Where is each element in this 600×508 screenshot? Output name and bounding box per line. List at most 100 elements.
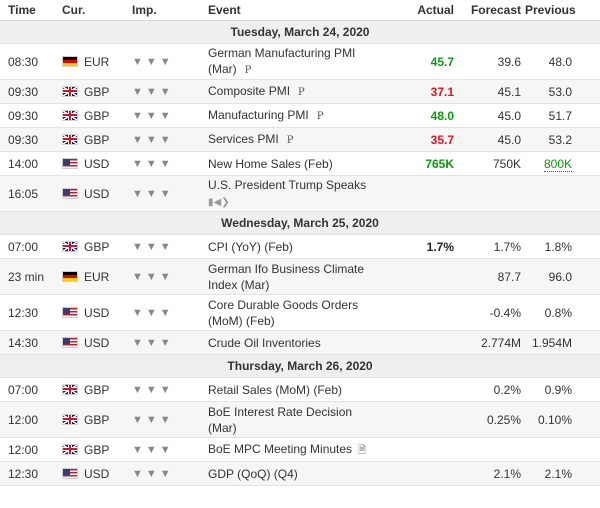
event-time: 07:00 [0, 377, 62, 402]
flag-gb-icon [62, 133, 78, 145]
header-time[interactable]: Time [0, 0, 62, 21]
event-previous: 0.9% [544, 382, 572, 397]
header-forecast[interactable]: Forecast [460, 0, 525, 21]
event-name-cell: Retail Sales (MoM) (Feb) [208, 377, 380, 402]
event-name-cell: German Ifo Business Climate Index (Mar) [208, 258, 380, 295]
event-actual [380, 461, 460, 486]
event-actual: 35.7 [380, 127, 460, 152]
event-name[interactable]: German Ifo Business Climate Index (Mar) [208, 262, 364, 292]
event-row[interactable]: 16:05 USD ▼▼▼ U.S. President Trump Speaks ▮◀… [0, 175, 600, 212]
event-name-cell: U.S. President Trump Speaks ▮◀❯ [208, 175, 380, 212]
event-name-cell: Crude Oil Inventories [208, 330, 380, 355]
importance-bull-icon: ▼▼▼ [124, 461, 208, 486]
header-importance[interactable]: Imp. [124, 0, 208, 21]
date-row: Tuesday, March 24, 2020 [0, 20, 600, 44]
flag-gb-icon [62, 240, 78, 252]
event-row[interactable]: 12:00 GBP ▼▼▼ BoE MPC Meeting Minutes 🗎 [0, 437, 600, 462]
event-time: 08:30 [0, 43, 62, 80]
event-previous-cell [525, 175, 600, 212]
header-event[interactable]: Event [208, 0, 380, 21]
header-currency[interactable]: Cur. [62, 0, 124, 21]
event-row[interactable]: 14:30 USD ▼▼▼ Crude Oil Inventories 2.774M 1.… [0, 330, 600, 355]
document-icon[interactable]: 🗎 [358, 445, 366, 456]
header-actual[interactable]: Actual [380, 0, 460, 21]
event-name[interactable]: Core Durable Goods Orders (MoM) (Feb) [208, 298, 358, 328]
date-row: Thursday, March 26, 2020 [0, 354, 600, 378]
event-previous-cell: 0.9% [525, 377, 600, 402]
event-forecast: 1.7% [460, 234, 525, 259]
event-name-cell: BoE MPC Meeting Minutes 🗎 [208, 437, 380, 462]
importance-bull-icon: ▼▼▼ [124, 330, 208, 355]
event-name[interactable]: U.S. President Trump Speaks [208, 178, 366, 192]
event-row[interactable]: 12:00 GBP ▼▼▼ BoE Interest Rate Decision (M… [0, 401, 600, 438]
event-previous: 51.7 [548, 108, 572, 123]
event-forecast: 45.1 [460, 79, 525, 104]
event-time: 23 min [0, 258, 62, 295]
event-time: 16:05 [0, 175, 62, 212]
event-actual: 1.7% [380, 234, 460, 259]
speaker-icon[interactable]: ▮◀❯ [208, 197, 230, 208]
flag-gb-icon [62, 109, 78, 121]
event-row[interactable]: 12:30 USD ▼▼▼ Core Durable Goods Orders (Mo… [0, 294, 600, 331]
header-previous[interactable]: Previous [525, 0, 600, 21]
event-row[interactable]: 09:30 GBP ▼▼▼ Manufacturing PMI P 48.0 45.0 51.… [0, 103, 600, 128]
event-actual [380, 437, 460, 462]
event-name[interactable]: New Home Sales (Feb) [208, 157, 333, 171]
preliminary-tag: P [244, 64, 252, 76]
event-forecast: -0.4% [460, 294, 525, 331]
event-forecast: 45.0 [460, 127, 525, 152]
event-actual [380, 330, 460, 355]
event-time: 09:30 [0, 103, 62, 128]
event-name[interactable]: Manufacturing PMI [208, 108, 309, 122]
event-row[interactable]: 12:30 USD ▼▼▼ GDP (QoQ) (Q4) 2.1% 2.1% [0, 461, 600, 486]
event-row[interactable]: 14:00 USD ▼▼▼ New Home Sales (Feb) 765K 750K 8… [0, 151, 600, 176]
event-row[interactable]: 08:30 EUR ▼▼▼ German Manufacturing PMI (Mar… [0, 43, 600, 80]
event-row[interactable]: 07:00 GBP ▼▼▼ CPI (YoY) (Feb) 1.7% 1.7% 1.8% [0, 234, 600, 259]
event-forecast: 87.7 [460, 258, 525, 295]
event-actual [380, 258, 460, 295]
event-row[interactable]: 23 min EUR ▼▼▼ German Ifo Business Climate … [0, 258, 600, 295]
event-currency-cell: GBP [62, 437, 124, 462]
event-name-cell: New Home Sales (Feb) [208, 151, 380, 176]
event-previous-cell: 2.1% [525, 461, 600, 486]
importance-bull-icon: ▼▼▼ [124, 258, 208, 295]
event-currency-cell: GBP [62, 127, 124, 152]
event-previous-cell [525, 437, 600, 462]
event-forecast [460, 175, 525, 212]
event-name[interactable]: CPI (YoY) (Feb) [208, 240, 293, 254]
currency-code: USD [84, 335, 110, 350]
flag-gb-icon [62, 443, 78, 455]
event-previous: 96.0 [548, 269, 572, 284]
event-name[interactable]: GDP (QoQ) (Q4) [208, 467, 298, 481]
event-row[interactable]: 09:30 GBP ▼▼▼ Composite PMI P 37.1 45.1 53.0 [0, 79, 600, 104]
importance-bull-icon: ▼▼▼ [124, 401, 208, 438]
event-name[interactable]: Crude Oil Inventories [208, 336, 321, 350]
event-forecast: 750K [460, 151, 525, 176]
event-time: 14:00 [0, 151, 62, 176]
event-name[interactable]: German Manufacturing PMI (Mar) [208, 46, 355, 76]
importance-bull-icon: ▼▼▼ [124, 437, 208, 462]
flag-us-icon [62, 306, 78, 318]
event-name-cell: Services PMI P [208, 127, 380, 152]
event-forecast: 2.774M [460, 330, 525, 355]
event-name[interactable]: BoE MPC Meeting Minutes [208, 442, 352, 456]
event-row[interactable]: 09:30 GBP ▼▼▼ Services PMI P 35.7 45.0 53.2 [0, 127, 600, 152]
event-row[interactable]: 07:00 GBP ▼▼▼ Retail Sales (MoM) (Feb) 0.2% 0… [0, 377, 600, 402]
event-time: 12:30 [0, 294, 62, 331]
event-name-cell: Manufacturing PMI P [208, 103, 380, 128]
event-time: 12:00 [0, 437, 62, 462]
currency-code: GBP [84, 84, 110, 99]
preliminary-tag: P [298, 86, 305, 98]
event-currency-cell: USD [62, 175, 124, 212]
currency-code: USD [84, 186, 110, 201]
event-name[interactable]: Retail Sales (MoM) (Feb) [208, 383, 342, 397]
event-name[interactable]: Composite PMI [208, 84, 290, 98]
event-name[interactable]: BoE Interest Rate Decision (Mar) [208, 405, 352, 435]
event-currency-cell: USD [62, 461, 124, 486]
event-name[interactable]: Services PMI [208, 132, 279, 146]
currency-code: EUR [84, 269, 110, 284]
currency-code: USD [84, 305, 110, 320]
event-currency-cell: GBP [62, 103, 124, 128]
event-time: 09:30 [0, 127, 62, 152]
flag-gb-icon [62, 413, 78, 425]
